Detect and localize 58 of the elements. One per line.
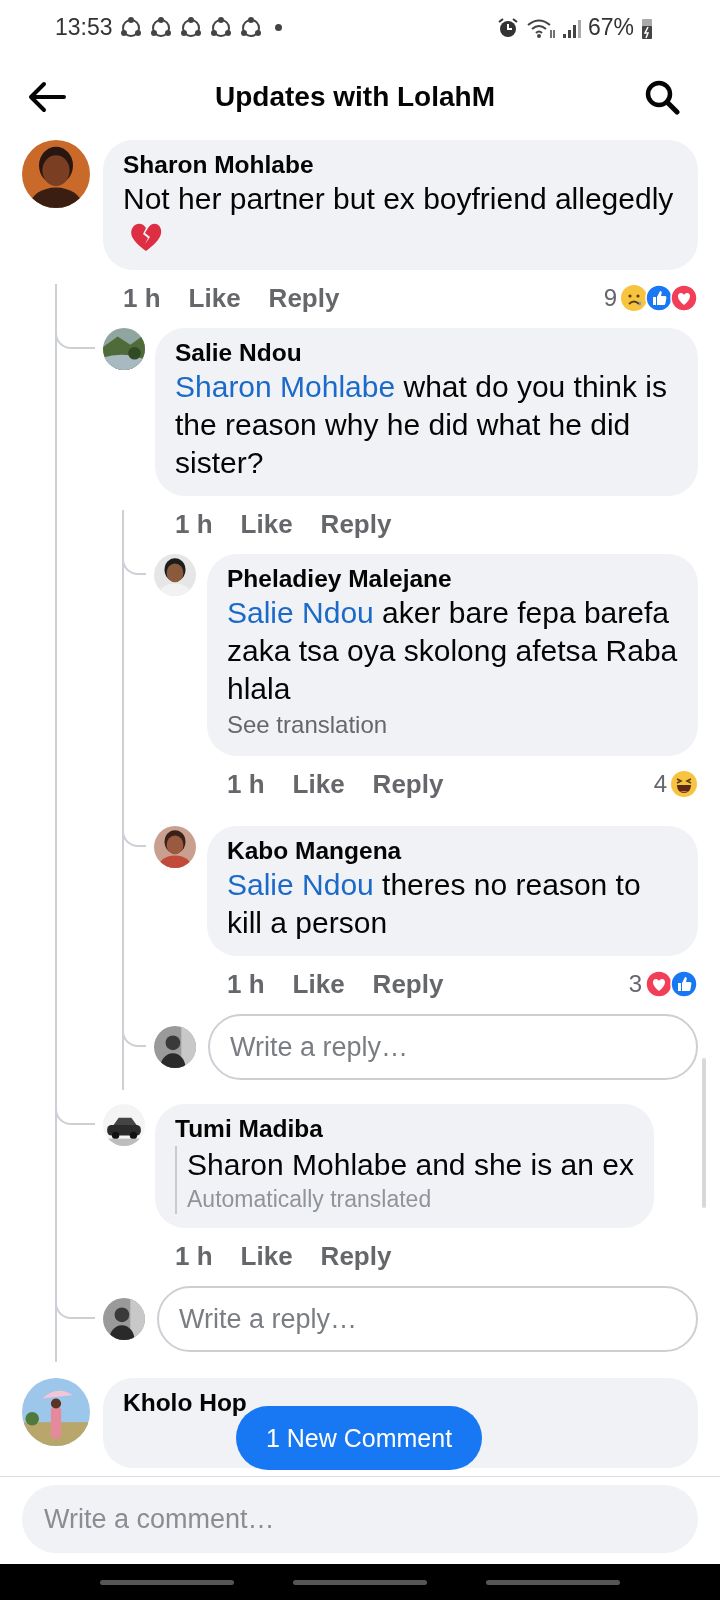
status-time: 13:53: [55, 14, 113, 41]
comment-time: 1 h: [175, 1240, 213, 1272]
back-arrow-icon[interactable]: [28, 80, 66, 113]
search-icon[interactable]: [644, 78, 680, 115]
page-title: Updates with LolahM: [215, 80, 495, 113]
reply-button[interactable]: Reply: [320, 508, 392, 540]
see-translation-link[interactable]: See translation: [227, 708, 678, 742]
comment-time: 1 h: [227, 768, 265, 800]
share-notification-icon: [178, 15, 203, 40]
more-notifications-icon: [274, 24, 282, 31]
like-reaction-icon: [645, 284, 673, 312]
mention-link[interactable]: Salie Ndou: [227, 868, 374, 901]
comment-author[interactable]: Salie Ndou: [175, 338, 678, 368]
comment-author[interactable]: Pheladiey Malejane: [227, 564, 678, 594]
comment-text: Salie Ndou theres no reason to kill a person: [227, 867, 642, 941]
like-button[interactable]: Like: [240, 508, 293, 540]
sad-reaction-icon: [620, 284, 648, 312]
mention-link[interactable]: Salie Ndou: [227, 596, 374, 629]
like-reaction-icon: [670, 970, 698, 998]
comment-time: 1 h: [227, 968, 265, 1000]
comment-text: Sharon Mohlabe and she is an ex: [187, 1147, 634, 1183]
share-notification-icon: [238, 15, 263, 40]
mention-link[interactable]: Sharon Mohlabe: [175, 370, 396, 403]
battery-percentage: 67%: [587, 14, 634, 41]
reaction-count: 4: [653, 770, 667, 798]
comment-time: 1 h: [175, 508, 213, 540]
scroll-bar[interactable]: [702, 1058, 706, 1208]
love-reaction-icon: [645, 970, 673, 998]
comment-time: 1 h: [123, 282, 161, 314]
like-button[interactable]: Like: [292, 768, 345, 800]
reply-button[interactable]: Reply: [268, 282, 340, 314]
navigation-bar-handle[interactable]: [293, 1579, 427, 1585]
comment-author[interactable]: Sharon Mohlabe: [123, 150, 678, 180]
laughing-reaction-icon: [670, 770, 698, 798]
reply-field[interactable]: Write a reply…: [208, 1014, 698, 1080]
like-button[interactable]: Like: [292, 968, 345, 1000]
broken-heart-icon: [129, 222, 163, 252]
comment-author[interactable]: Kabo Mangena: [227, 836, 678, 866]
reaction-count: 3: [628, 970, 642, 998]
comment-author[interactable]: Tumi Madiba: [175, 1114, 634, 1144]
translation-note: Automatically translated: [187, 1185, 433, 1214]
reply-button[interactable]: Reply: [320, 1240, 392, 1272]
navigation-bar-handle[interactable]: [486, 1579, 621, 1585]
reply-field[interactable]: Write a reply…: [157, 1286, 698, 1352]
reply-button[interactable]: Reply: [372, 768, 444, 800]
navigation-bar-handle[interactable]: [99, 1579, 234, 1585]
share-notification-icon: [208, 15, 233, 40]
love-reaction-icon: [670, 284, 698, 312]
share-notification-icon: [148, 15, 173, 40]
comment-text: Not her partner but ex boyfriend allegedly: [123, 180, 678, 256]
like-button[interactable]: Like: [188, 282, 241, 314]
share-notification-icon: [118, 15, 143, 40]
comment-text: Sharon Mohlabe what do you think is the reason why he did what he did sister?: [175, 369, 668, 481]
like-button[interactable]: Like: [240, 1240, 293, 1272]
comment-field[interactable]: Write a comment…: [22, 1485, 698, 1553]
reaction-count: 9: [603, 284, 617, 312]
reply-button[interactable]: Reply: [372, 968, 444, 1000]
comment-text: Salie Ndou aker bare fepa barefa zaka tsa oya skolong afetsa Raba hlala: [227, 595, 678, 707]
